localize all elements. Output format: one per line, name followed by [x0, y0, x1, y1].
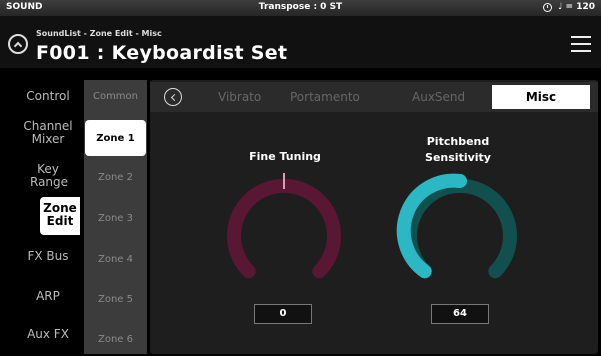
nav-item-arp[interactable]: ARP [16, 290, 80, 303]
left-nav: Control Channel Mixer Key Range Zone Edi… [0, 80, 82, 356]
tab-bar: Vibrato Portamento AuxSend Misc [150, 82, 598, 112]
up-button[interactable] [8, 34, 28, 54]
zone-item-6[interactable]: Zone 6 [84, 334, 147, 345]
tempo-readout: ♩ = 120 [558, 2, 595, 12]
pitchbend-value[interactable]: 64 [431, 304, 489, 324]
nav-item-zone-edit[interactable]: Zone Edit [40, 197, 80, 235]
pitchbend-label: Pitchbend Sensitivity [425, 135, 491, 164]
main-panel: Vibrato Portamento AuxSend Misc Fine Tun… [150, 80, 598, 354]
zone-item-3[interactable]: Zone 3 [84, 213, 147, 224]
zone-item-1[interactable]: Zone 1 [85, 120, 146, 156]
tab-auxsend[interactable]: AuxSend [412, 90, 465, 104]
fine-tuning-label: Fine Tuning [249, 150, 321, 163]
hamburger-icon [571, 36, 591, 38]
nav-item-control[interactable]: Control [16, 90, 80, 103]
menu-button[interactable] [571, 36, 591, 52]
back-button[interactable] [164, 88, 182, 106]
clock-icon [543, 2, 553, 12]
page-title: F001 : Keyboardist Set [36, 42, 288, 64]
zone-item-common[interactable]: Common [84, 91, 147, 102]
fine-tuning-track [227, 178, 341, 279]
chevron-up-icon [13, 41, 23, 50]
pitchbend-knob[interactable] [394, 172, 526, 290]
nav-item-fx-bus[interactable]: FX Bus [16, 250, 80, 263]
fine-tuning-knob[interactable] [218, 172, 350, 290]
transpose-readout: Transpose : 0 ST [258, 2, 343, 12]
tab-misc[interactable]: Misc [492, 85, 590, 109]
nav-item-aux-fx[interactable]: Aux FX [16, 328, 80, 341]
fine-tuning-value[interactable]: 0 [254, 304, 312, 324]
header: SoundList - Zone Edit - Misc F001 : Keyb… [0, 16, 601, 68]
tab-portamento[interactable]: Portamento [290, 90, 360, 104]
status-bar: SOUND Transpose : 0 ST ♩ = 120 [0, 0, 601, 16]
chevron-left-icon [170, 93, 178, 101]
zone-list: Common Zone 1 Zone 2 Zone 3 Zone 4 Zone … [84, 80, 147, 354]
nav-item-channel-mixer[interactable]: Channel Mixer [20, 120, 76, 146]
zone-item-4[interactable]: Zone 4 [84, 254, 147, 265]
breadcrumb: SoundList - Zone Edit - Misc [36, 29, 162, 38]
pitchbend-track [403, 178, 517, 279]
zone-item-2[interactable]: Zone 2 [84, 172, 147, 183]
zone-item-5[interactable]: Zone 5 [84, 294, 147, 305]
status-right: ♩ = 120 [543, 2, 595, 12]
nav-item-key-range[interactable]: Key Range [30, 163, 68, 189]
tab-vibrato[interactable]: Vibrato [218, 90, 261, 104]
